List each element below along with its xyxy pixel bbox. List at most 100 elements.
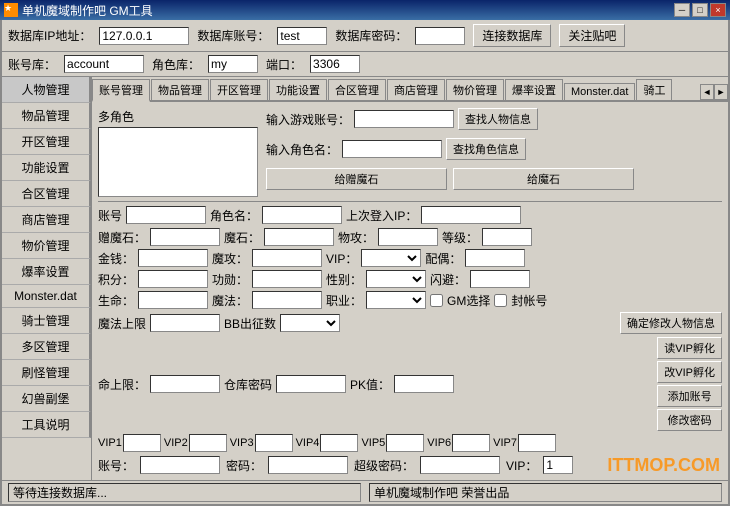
sidebar-item-pet[interactable]: 幻兽副堡: [2, 386, 91, 412]
db-password-label: 数据库密码：: [335, 27, 407, 44]
port-input[interactable]: [310, 55, 360, 73]
restore-button[interactable]: □: [692, 3, 708, 17]
gender-select[interactable]: [366, 270, 426, 288]
db-ip-input[interactable]: [99, 27, 189, 45]
bottom-vip-input[interactable]: [543, 456, 573, 474]
gift-stone-input[interactable]: [150, 228, 220, 246]
magic-max-label: 魔法上限: [98, 315, 146, 332]
sidebar-item-multizone[interactable]: 多区管理: [2, 334, 91, 360]
read-vip-button[interactable]: 读VIP孵化: [657, 337, 722, 359]
job-label: 职业：: [326, 292, 362, 309]
vip-select[interactable]: [361, 249, 421, 267]
vip4-input[interactable]: [320, 434, 358, 452]
port-label: 端口：: [266, 56, 302, 73]
sidebar-item-monster[interactable]: Monster.dat: [2, 285, 91, 308]
last-ip-input[interactable]: [421, 206, 521, 224]
job-select[interactable]: [366, 291, 426, 309]
magic-skill-input[interactable]: [252, 291, 322, 309]
tab-extra[interactable]: 骑工: [636, 79, 672, 100]
bottom-pwd-input[interactable]: [268, 456, 348, 474]
gm-select-checkbox[interactable]: [430, 294, 443, 307]
tab-price[interactable]: 物价管理: [446, 79, 504, 100]
tab-scroll-left[interactable]: ◄: [700, 84, 714, 100]
tab-scroll-right[interactable]: ►: [714, 84, 728, 100]
magic-skill-label: 魔法：: [212, 292, 248, 309]
connect-db-button[interactable]: 连接数据库: [473, 24, 551, 47]
close-button[interactable]: ×: [710, 3, 726, 17]
vip7-input[interactable]: [518, 434, 556, 452]
find-role-button[interactable]: 查找角色信息: [446, 138, 526, 160]
money-input[interactable]: [138, 249, 208, 267]
life-max-input[interactable]: [150, 375, 220, 393]
account-field-input[interactable]: [126, 206, 206, 224]
sidebar-item-droprate[interactable]: 爆率设置: [2, 259, 91, 285]
vip1-input[interactable]: [123, 434, 161, 452]
sidebar-item-spawn[interactable]: 刷怪管理: [2, 360, 91, 386]
sidebar-item-person[interactable]: 人物管理: [2, 77, 91, 103]
tab-account[interactable]: 账号管理: [92, 79, 150, 102]
bottom-account-input[interactable]: [140, 456, 220, 474]
magic-atk-input[interactable]: [252, 249, 322, 267]
tab-content-account: 多角色 输入游戏账号： 查找人物信息 输入角色名： 查找角色信息: [92, 102, 728, 480]
phy-atk-input[interactable]: [378, 228, 438, 246]
sidebar-item-knight[interactable]: 骑士管理: [2, 308, 91, 334]
tab-mergezone[interactable]: 合区管理: [328, 79, 386, 100]
life-input[interactable]: [138, 291, 208, 309]
seal-account-checkbox[interactable]: [494, 294, 507, 307]
db-account-input[interactable]: [277, 27, 327, 45]
super-pwd-input[interactable]: [420, 456, 500, 474]
close-tieba-button[interactable]: 关注贴吧: [559, 24, 625, 47]
role-library-label: 角色库：: [152, 56, 200, 73]
add-account-button[interactable]: 添加账号: [657, 385, 722, 407]
role-name-field-input[interactable]: [262, 206, 342, 224]
give-stone-button[interactable]: 给魔石: [453, 168, 634, 190]
db-password-input[interactable]: [415, 27, 465, 45]
magic-stone-input[interactable]: [264, 228, 334, 246]
sidebar-item-shop[interactable]: 商店管理: [2, 207, 91, 233]
flash-input[interactable]: [470, 270, 530, 288]
vip2-input[interactable]: [189, 434, 227, 452]
tab-shop[interactable]: 商店管理: [387, 79, 445, 100]
vip-row: VIP1 VIP2 VIP3 VIP4 VIP5 VIP6 VIP7: [98, 434, 722, 452]
magic-max-input[interactable]: [150, 314, 220, 332]
gift-stone-label: 赠魔石：: [98, 229, 146, 246]
vip3-input[interactable]: [255, 434, 293, 452]
sidebar-item-items[interactable]: 物品管理: [2, 103, 91, 129]
second-bar: 账号库： 角色库： 端口：: [2, 52, 728, 77]
tab-items[interactable]: 物品管理: [151, 79, 209, 100]
account-library-input[interactable]: [64, 55, 144, 73]
account-library-label: 账号库：: [8, 56, 56, 73]
tab-monsterdat[interactable]: Monster.dat: [564, 83, 635, 100]
sidebar-item-openzone[interactable]: 开区管理: [2, 129, 91, 155]
warehouse-pwd-input[interactable]: [276, 375, 346, 393]
bb-select[interactable]: [280, 314, 340, 332]
sidebar-item-mergezone[interactable]: 合区管理: [2, 181, 91, 207]
role-library-input[interactable]: [208, 55, 258, 73]
pk-input[interactable]: [394, 375, 454, 393]
spouse-input[interactable]: [465, 249, 525, 267]
give-gift-stone-button[interactable]: 给赠魔石: [266, 168, 447, 190]
change-vip-button[interactable]: 改VIP孵化: [657, 361, 722, 383]
flash-label: 闪避：: [430, 271, 466, 288]
tab-droprate[interactable]: 爆率设置: [505, 79, 563, 100]
tab-openzone[interactable]: 开区管理: [210, 79, 268, 100]
merit-input[interactable]: [252, 270, 322, 288]
spouse-label: 配偶：: [425, 250, 461, 267]
search-role-name-input[interactable]: [342, 140, 442, 158]
change-pwd-button[interactable]: 修改密码: [657, 409, 722, 431]
vip6-input[interactable]: [452, 434, 490, 452]
app-title: 单机魔域制作吧 GM工具: [22, 2, 153, 19]
confirm-modify-button[interactable]: 确定修改人物信息: [620, 312, 722, 334]
level-input[interactable]: [482, 228, 532, 246]
sidebar-item-price[interactable]: 物价管理: [2, 233, 91, 259]
search-game-account-input[interactable]: [354, 110, 454, 128]
find-person-button[interactable]: 查找人物信息: [458, 108, 538, 130]
sidebar-item-tools[interactable]: 工具说明: [2, 412, 91, 438]
minimize-button[interactable]: ─: [674, 3, 690, 17]
tab-funcset[interactable]: 功能设置: [269, 79, 327, 100]
sidebar-item-funcset[interactable]: 功能设置: [2, 155, 91, 181]
points-input[interactable]: [138, 270, 208, 288]
tab-bar: 账号管理 物品管理 开区管理 功能设置 合区管理 商店管理 物价管理 爆率设置 …: [92, 77, 728, 102]
multi-char-listbox[interactable]: [98, 127, 258, 197]
vip5-input[interactable]: [386, 434, 424, 452]
